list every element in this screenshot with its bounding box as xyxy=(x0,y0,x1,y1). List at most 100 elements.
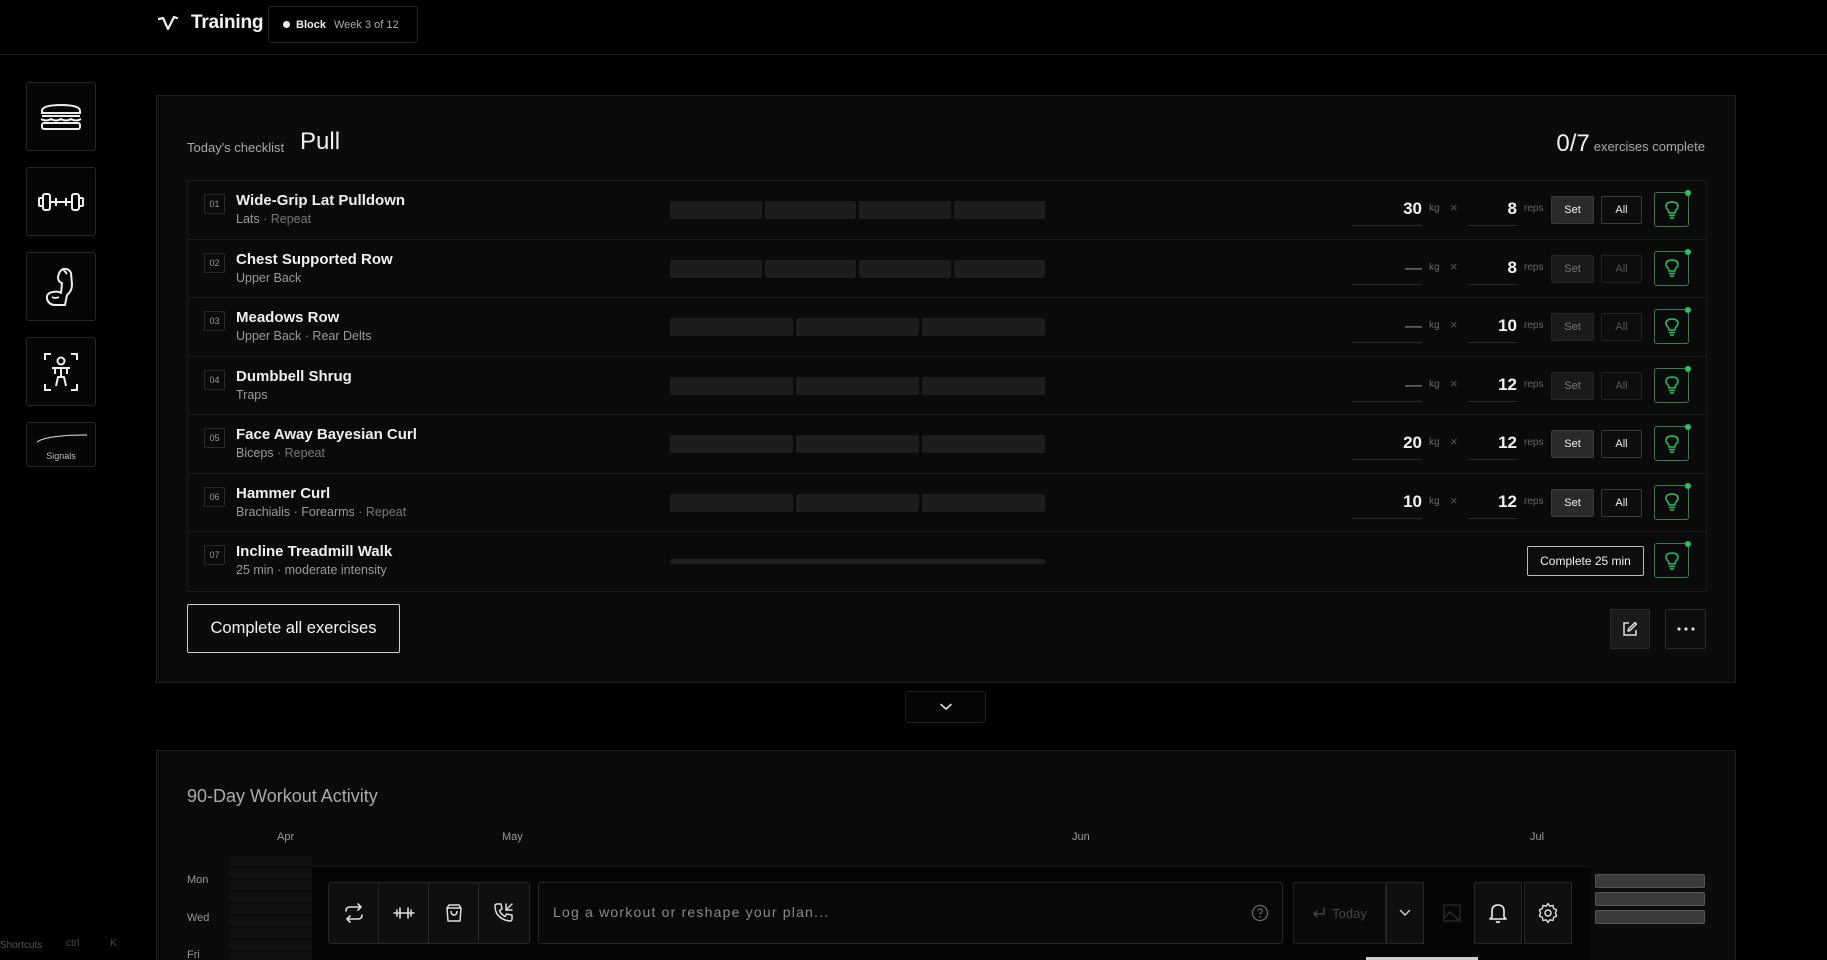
set-button[interactable]: Set xyxy=(1551,254,1594,283)
set-slot[interactable] xyxy=(953,259,1045,278)
notifications-button[interactable] xyxy=(1474,882,1522,944)
set-tracker xyxy=(670,435,1045,453)
barbell-button[interactable] xyxy=(379,883,429,943)
tip-button[interactable] xyxy=(1654,365,1691,403)
cardio-progress-track xyxy=(670,559,1045,564)
block-status-pill[interactable]: Block Week 3 of 12 xyxy=(268,6,418,43)
shopping-bag-button[interactable] xyxy=(429,883,479,943)
exercise-list: 01 Wide-Grip Lat Pulldown Lats · Repeat 30 k… xyxy=(187,180,1707,592)
settings-button[interactable] xyxy=(1524,882,1572,944)
tip-button[interactable] xyxy=(1654,541,1691,578)
unit-kg: kg xyxy=(1429,378,1440,390)
tip-button[interactable] xyxy=(1654,248,1691,286)
weight-input[interactable]: 20 xyxy=(1352,427,1422,460)
weight-input[interactable]: — xyxy=(1352,310,1422,343)
set-slot[interactable] xyxy=(670,435,793,453)
k-key: K xyxy=(110,938,117,949)
image-icon xyxy=(1443,904,1461,922)
tip-button[interactable] xyxy=(1654,482,1691,520)
collapse-toggle-button[interactable] xyxy=(905,691,986,723)
set-slot[interactable] xyxy=(764,201,856,219)
sidebar-item-body-scan[interactable] xyxy=(26,337,96,406)
weight-input[interactable]: — xyxy=(1352,252,1422,285)
set-button[interactable]: Set xyxy=(1551,313,1594,341)
weight-input[interactable]: 10 xyxy=(1352,486,1422,519)
reps-input[interactable]: 8 xyxy=(1468,193,1517,226)
status-dot-icon xyxy=(283,21,290,28)
set-button[interactable]: Set xyxy=(1551,488,1594,517)
help-icon[interactable] xyxy=(1251,904,1269,922)
more-options-button[interactable] xyxy=(1665,609,1706,649)
all-button[interactable]: All xyxy=(1601,430,1642,458)
all-button[interactable]: All xyxy=(1601,313,1642,341)
swap-button[interactable] xyxy=(329,883,379,943)
set-button[interactable]: Set xyxy=(1551,196,1594,224)
set-slot[interactable] xyxy=(953,201,1045,219)
sidebar-item-training[interactable] xyxy=(26,167,96,236)
shortcuts-hint: Shortcuts xyxy=(0,940,42,951)
set-slot[interactable] xyxy=(922,435,1045,453)
exercise-muscles: Brachialis · Forearms · Repeat xyxy=(236,505,406,519)
reps-input[interactable]: 8 xyxy=(1468,252,1517,285)
weight-input[interactable]: 30 xyxy=(1352,193,1422,226)
lightbulb-icon xyxy=(1664,317,1679,336)
set-slot[interactable] xyxy=(922,493,1045,512)
activity-heatmap xyxy=(230,856,312,960)
set-slot[interactable] xyxy=(796,435,919,453)
phone-call-button[interactable] xyxy=(479,883,529,943)
composer-input[interactable]: Log a workout or reshape your plan... xyxy=(538,882,1283,944)
exercise-name[interactable]: Incline Treadmill Walk xyxy=(236,543,392,560)
set-slot[interactable] xyxy=(670,259,762,278)
reps-input[interactable]: 10 xyxy=(1468,310,1517,343)
sidebar-item-signals[interactable]: Signals xyxy=(26,422,96,467)
block-label: Block xyxy=(296,18,326,31)
date-dropdown-button[interactable] xyxy=(1386,882,1424,944)
complete-all-button[interactable]: Complete all exercises xyxy=(187,604,400,653)
all-button[interactable]: All xyxy=(1601,254,1642,283)
tip-button[interactable] xyxy=(1654,424,1691,461)
reps-input[interactable]: 12 xyxy=(1468,369,1517,402)
set-tracker xyxy=(670,376,1045,395)
exercise-number: 05 xyxy=(204,428,225,448)
set-slot[interactable] xyxy=(764,259,856,278)
complete-cardio-button[interactable]: Complete 25 min xyxy=(1527,546,1644,576)
sidebar-item-strength[interactable] xyxy=(26,252,96,321)
reps-input[interactable]: 12 xyxy=(1468,486,1517,519)
lightbulb-icon xyxy=(1664,376,1679,394)
today-button[interactable]: Today xyxy=(1293,882,1386,944)
exercise-row: 04 Dumbbell Shrug Traps — kg × 12 reps Set All xyxy=(188,356,1706,415)
set-slot[interactable] xyxy=(670,493,793,512)
sidebar-item-nutrition[interactable] xyxy=(26,82,96,151)
set-slot[interactable] xyxy=(796,493,919,512)
set-slot[interactable] xyxy=(859,259,951,278)
exercise-row: 07 Incline Treadmill Walk 25 min · moderat… xyxy=(188,532,1706,591)
set-slot[interactable] xyxy=(670,376,793,395)
set-slot[interactable] xyxy=(922,376,1045,395)
exercise-name[interactable]: Chest Supported Row xyxy=(236,251,393,268)
all-button[interactable]: All xyxy=(1601,371,1642,400)
all-button[interactable]: All xyxy=(1601,196,1642,224)
set-slot[interactable] xyxy=(670,201,762,219)
set-slot[interactable] xyxy=(796,318,919,336)
set-button[interactable]: Set xyxy=(1551,430,1594,458)
muscle-groups: Traps xyxy=(236,387,268,402)
exercise-name[interactable]: Face Away Bayesian Curl xyxy=(236,426,417,443)
exercise-name[interactable]: Wide-Grip Lat Pulldown xyxy=(236,192,405,209)
unit-kg: kg xyxy=(1429,203,1440,214)
weight-input[interactable]: — xyxy=(1352,369,1422,402)
set-button[interactable]: Set xyxy=(1551,371,1594,400)
all-button[interactable]: All xyxy=(1601,488,1642,517)
set-slot[interactable] xyxy=(922,318,1045,336)
tip-button[interactable] xyxy=(1654,307,1691,344)
set-slot[interactable] xyxy=(859,201,951,219)
set-slot[interactable] xyxy=(670,318,793,336)
legend-bar xyxy=(1595,874,1705,888)
reps-input[interactable]: 12 xyxy=(1468,427,1517,460)
tip-button[interactable] xyxy=(1654,190,1691,227)
set-slot[interactable] xyxy=(796,376,919,395)
edit-button[interactable] xyxy=(1610,609,1650,649)
exercise-name[interactable]: Hammer Curl xyxy=(236,485,330,502)
exercise-name[interactable]: Meadows Row xyxy=(236,309,339,326)
logo-icon xyxy=(158,15,178,31)
exercise-name[interactable]: Dumbbell Shrug xyxy=(236,368,352,385)
